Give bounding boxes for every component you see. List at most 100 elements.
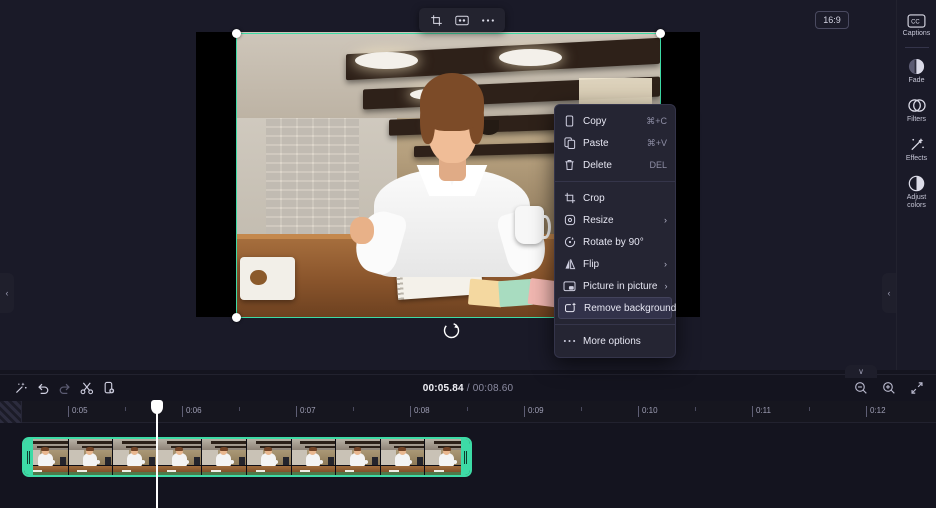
- sidebar-item-label: Effects: [906, 155, 927, 163]
- context-menu-item-resize[interactable]: Resize ›: [555, 209, 675, 231]
- context-menu-label: Paste: [583, 138, 640, 149]
- ellipsis-icon: [563, 335, 576, 348]
- sidebar-item-fade[interactable]: Fade: [897, 52, 936, 91]
- context-menu-item-more-options[interactable]: More options: [555, 330, 675, 352]
- context-menu-item-remove-background[interactable]: Remove background: [558, 297, 672, 319]
- time-readout: 00:05.84 / 00:08.60: [0, 383, 936, 394]
- ruler-label: 0:09: [528, 406, 544, 415]
- timeline-ruler[interactable]: 0:05 0:06 0:07 0:08 0:09 0:10 0:11 0:12: [0, 401, 936, 423]
- ceiling-lamp: [355, 52, 419, 69]
- crop-icon[interactable]: [424, 10, 448, 30]
- fit-to-window-icon[interactable]: [906, 378, 928, 398]
- context-menu: Copy ⌘+C Paste ⌘+V Delete DEL: [554, 104, 676, 358]
- timeline-toolbar: 00:05.84 / 00:08.60: [0, 375, 936, 401]
- magic-wand-icon[interactable]: [10, 378, 32, 398]
- sidebar-item-filters[interactable]: Filters: [897, 91, 936, 130]
- zoom-in-icon[interactable]: [878, 378, 900, 398]
- context-menu-item-delete[interactable]: Delete DEL: [555, 154, 675, 176]
- coffee-mug: [515, 206, 544, 243]
- more-options-icon[interactable]: [476, 10, 500, 30]
- context-menu-label: Crop: [583, 193, 667, 204]
- desk-object: [240, 257, 295, 300]
- remove-background-icon: [564, 302, 577, 315]
- duplicate-icon[interactable]: [98, 378, 120, 398]
- filmstrip-frame: [202, 439, 247, 475]
- floating-element-toolbar: [419, 8, 505, 32]
- timeline-tracks[interactable]: [0, 423, 936, 508]
- context-menu-shortcut: ⌘+C: [646, 116, 667, 127]
- filmstrip-frame: [158, 439, 203, 475]
- timeline-playhead[interactable]: [156, 401, 158, 508]
- sidebar-item-effects[interactable]: Effects: [897, 130, 936, 169]
- ruler-label: 0:11: [756, 406, 771, 415]
- context-menu-item-rotate-by-90[interactable]: Rotate by 90°: [555, 231, 675, 253]
- ruler-label: 0:08: [414, 406, 430, 415]
- sidebar-item-label: Adjust colors: [897, 194, 936, 210]
- collapse-left-panel-button[interactable]: ‹: [0, 273, 14, 313]
- pip-icon: [563, 280, 576, 293]
- context-menu-item-flip[interactable]: Flip ›: [555, 253, 675, 275]
- fade-icon: [908, 58, 925, 75]
- context-menu-shortcut: DEL: [649, 160, 667, 170]
- context-menu-item-crop[interactable]: Crop: [555, 187, 675, 209]
- sidebar-item-adjust-colors[interactable]: Adjust colors: [897, 169, 936, 216]
- preview-pane: 16:9 cc: [0, 0, 896, 370]
- collapse-right-panel-button[interactable]: ‹: [882, 273, 896, 313]
- timeline-clip-video[interactable]: [22, 437, 472, 477]
- copy-icon: [563, 115, 576, 128]
- context-menu-divider: [555, 324, 675, 325]
- person-subject: [367, 69, 537, 277]
- context-menu-item-paste[interactable]: Paste ⌘+V: [555, 132, 675, 154]
- context-menu-label: Delete: [583, 160, 642, 171]
- sidebar-item-label: Filters: [907, 116, 926, 124]
- flip-icon: [563, 258, 576, 271]
- sidebar-item-captions[interactable]: CC Captions: [897, 8, 936, 44]
- resize-icon: [563, 214, 576, 227]
- ruler-corner: [0, 401, 22, 423]
- left-hand: [350, 217, 374, 244]
- context-menu-item-picture-in-picture[interactable]: Picture in picture ›: [555, 275, 675, 297]
- video-editor-app: 16:9 cc: [0, 0, 936, 508]
- clip-trim-handle-left[interactable]: [24, 439, 33, 475]
- context-menu-label: Remove background: [584, 303, 676, 314]
- ruler-label: 0:05: [72, 406, 88, 415]
- sidebar-item-label: Captions: [903, 30, 931, 38]
- hair: [420, 73, 484, 131]
- context-menu-item-copy[interactable]: Copy ⌘+C: [555, 110, 675, 132]
- split-icon[interactable]: [76, 378, 98, 398]
- context-menu-label: Resize: [583, 215, 657, 226]
- aspect-ratio-badge[interactable]: 16:9: [815, 11, 849, 29]
- picture-in-picture-icon[interactable]: [450, 10, 474, 30]
- filmstrip-frame: [247, 439, 292, 475]
- chevron-right-icon: ›: [664, 281, 667, 291]
- ruler-label: 0:07: [300, 406, 316, 415]
- context-menu-label: Rotate by 90°: [583, 237, 667, 248]
- filmstrip-frame: [336, 439, 381, 475]
- zoom-out-icon[interactable]: [850, 378, 872, 398]
- playback-bar: cc 5: [0, 330, 896, 370]
- playhead-handle[interactable]: [151, 400, 163, 414]
- right-sidebar: CC Captions Fade Filters: [896, 0, 936, 370]
- crop-icon: [563, 192, 576, 205]
- filters-icon: [908, 97, 926, 114]
- sidebar-divider: [905, 47, 929, 48]
- brick-texture: [266, 100, 359, 243]
- total-time: 00:08.60: [473, 383, 514, 394]
- ruler-label: 0:10: [642, 406, 658, 415]
- context-menu-label: Flip: [583, 259, 657, 270]
- paste-icon: [563, 137, 576, 150]
- undo-icon[interactable]: [32, 378, 54, 398]
- context-menu-label: Copy: [583, 116, 639, 127]
- filmstrip-thumbnails: [24, 439, 470, 475]
- redo-icon[interactable]: [54, 378, 76, 398]
- sidebar-item-label: Fade: [909, 77, 925, 85]
- grip-lines-icon: [27, 451, 30, 464]
- clip-trim-handle-right[interactable]: [461, 439, 470, 475]
- captions-icon: CC: [907, 14, 926, 28]
- timeline-panel: ∨: [0, 374, 936, 508]
- ruler-label: 0:12: [870, 406, 886, 415]
- effects-icon: [908, 136, 926, 153]
- grip-lines-icon: [464, 451, 467, 464]
- chevron-left-icon: ‹: [888, 288, 891, 298]
- time-separator: /: [464, 383, 473, 394]
